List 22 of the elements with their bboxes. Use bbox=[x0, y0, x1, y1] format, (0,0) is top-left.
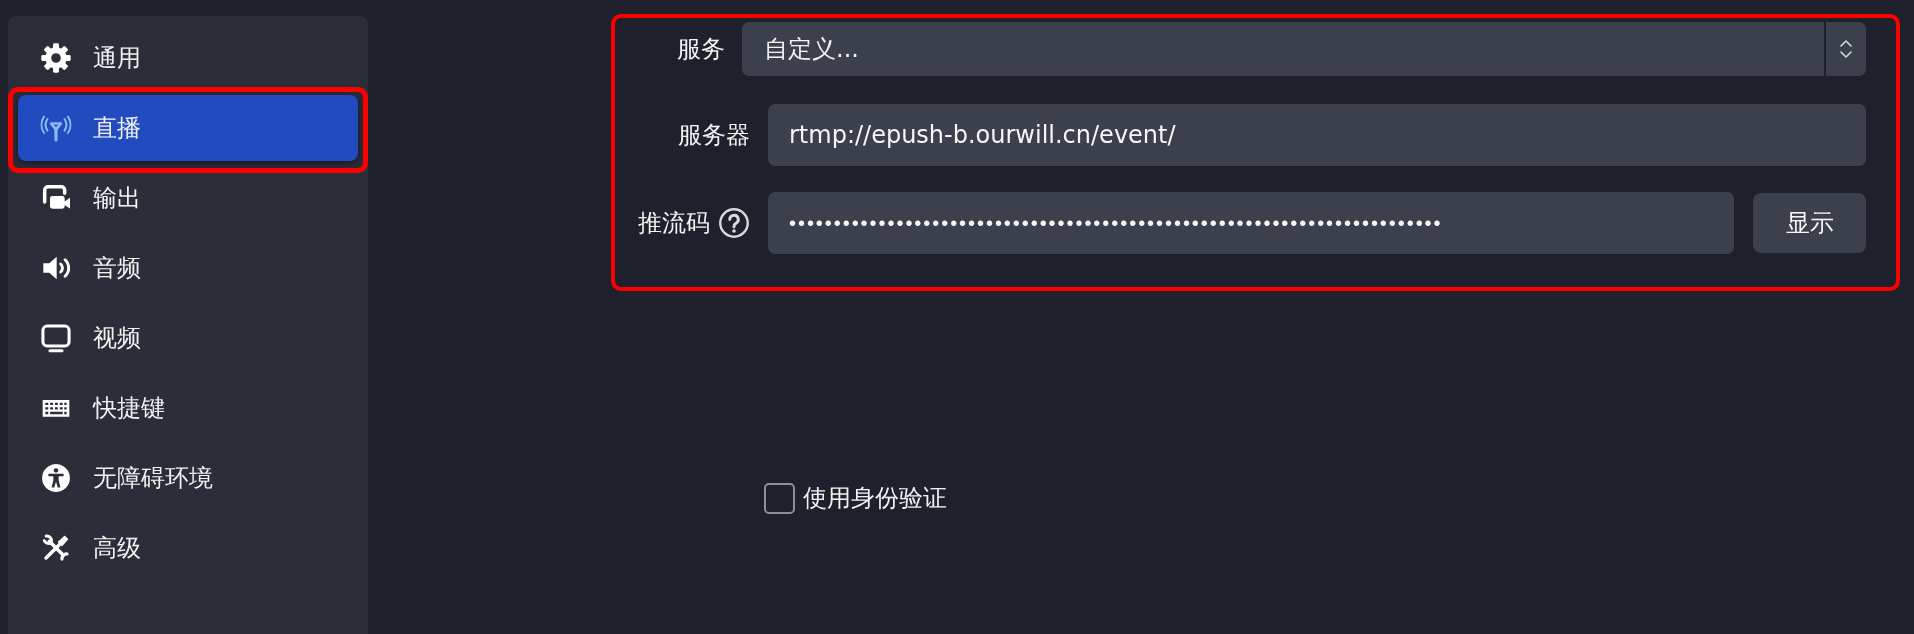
sidebar-item[interactable]: 音频 bbox=[18, 235, 358, 301]
gear-icon bbox=[40, 42, 72, 74]
field-label: 服务器 bbox=[678, 120, 750, 151]
help-icon[interactable] bbox=[718, 207, 750, 239]
up-down-chevron-icon bbox=[1839, 37, 1853, 61]
service-dropdown[interactable]: 自定义... bbox=[742, 22, 1866, 76]
sidebar-item[interactable]: 快捷键 bbox=[18, 375, 358, 441]
show-button[interactable]: 显示 bbox=[1753, 193, 1866, 253]
stream-key-field[interactable]: ••••••••••••••••••••••••••••••••••••••••••••••••••••••••••••••••••••••••• bbox=[768, 192, 1734, 254]
sidebar-item[interactable]: 无障碍环境 bbox=[18, 445, 358, 511]
checkbox[interactable] bbox=[764, 482, 795, 514]
monitor-icon bbox=[40, 322, 72, 354]
field-label: 推流码 bbox=[638, 208, 710, 239]
sidebar-item[interactable]: 高级 bbox=[18, 515, 358, 581]
sidebar-item[interactable]: 通用 bbox=[18, 25, 358, 91]
wrench-screwdriver-icon bbox=[40, 532, 72, 564]
field-label: 服务 bbox=[677, 34, 725, 65]
sidebar-item[interactable]: 直播 bbox=[18, 95, 358, 161]
sidebar-item[interactable]: 视频 bbox=[18, 305, 358, 371]
checkbox-label[interactable]: 使用身份验证 bbox=[803, 482, 947, 514]
server-field[interactable]: rtmp://epush-b.ourwill.cn/event/ bbox=[768, 104, 1866, 166]
sidebar-item[interactable]: 输出 bbox=[18, 165, 358, 231]
